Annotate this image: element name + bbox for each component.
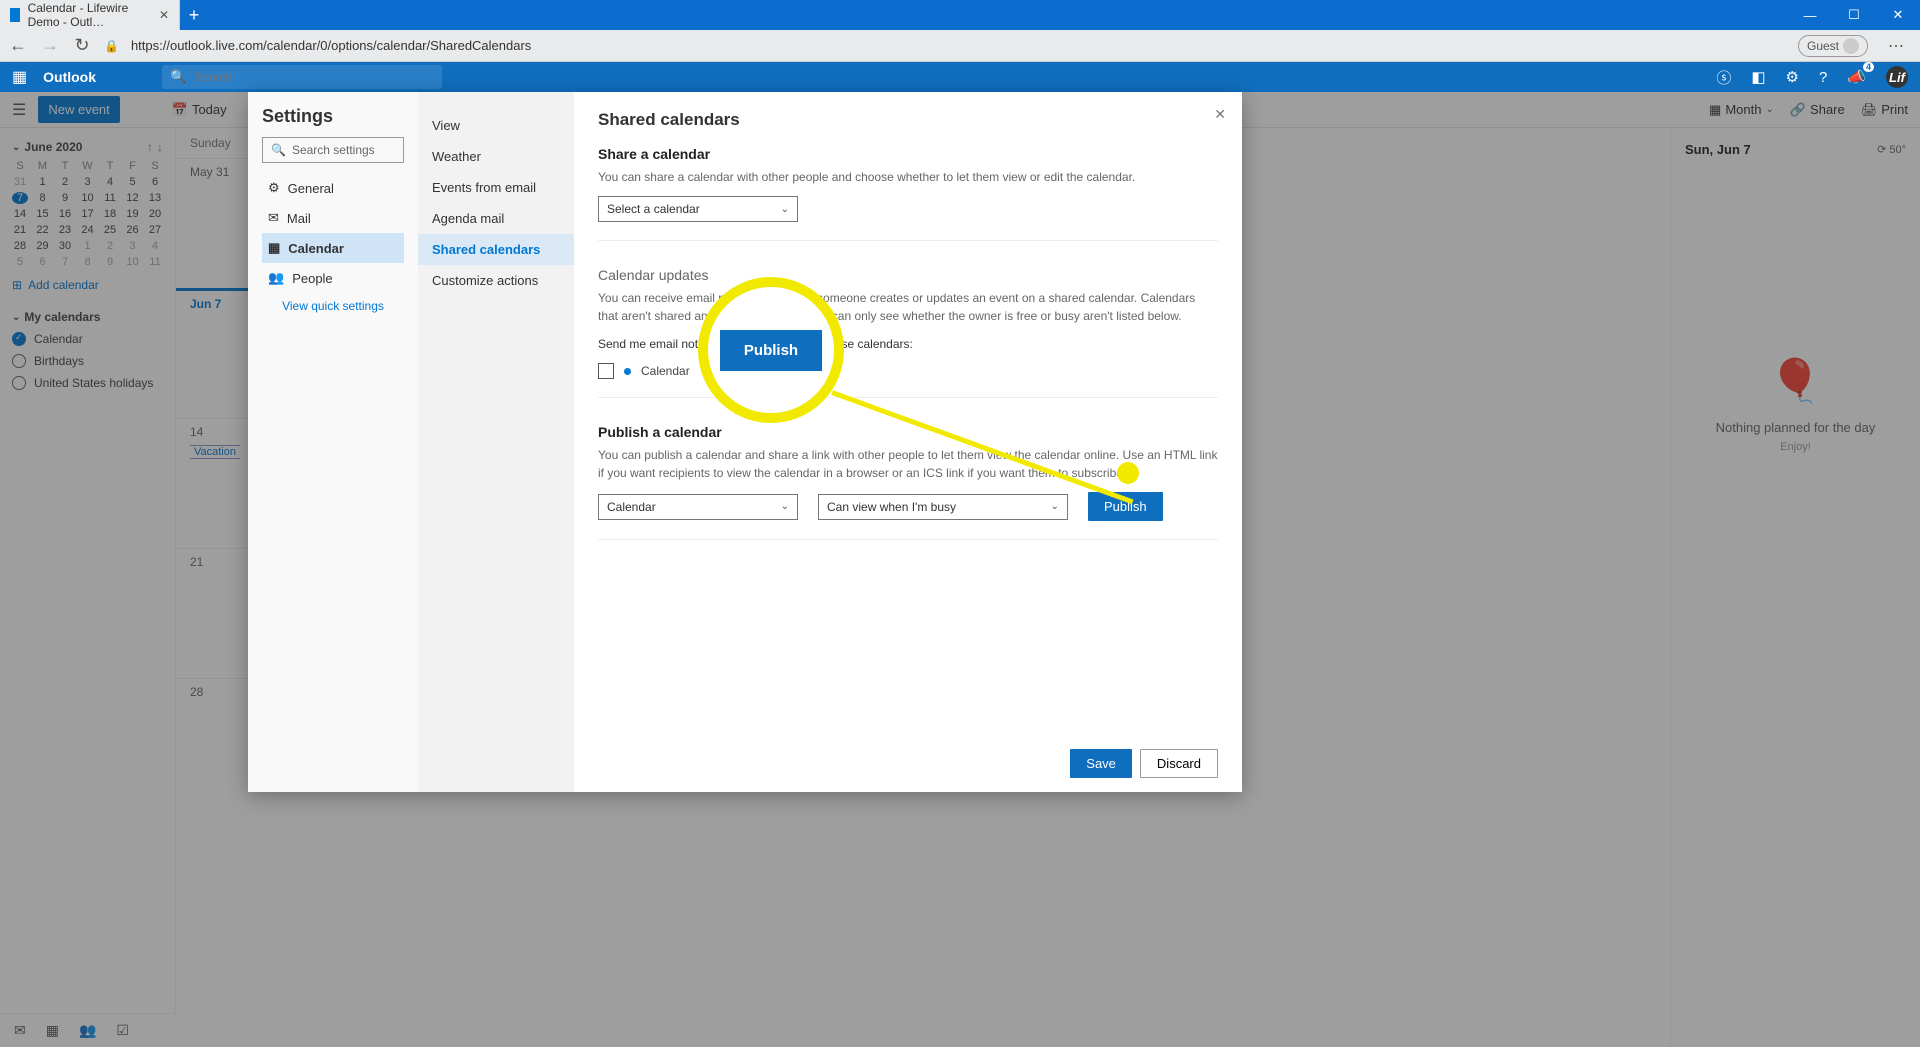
chevron-down-icon: ⌄ [781,501,789,512]
settings-title: Settings [262,106,404,127]
save-button[interactable]: Save [1070,749,1132,778]
window-maximize-icon[interactable]: ☐ [1832,0,1876,30]
outlook-today-icon[interactable]: ◧ [1751,68,1765,86]
window-close-icon[interactable]: ✕ [1876,0,1920,30]
calendar-color-dot [624,368,631,375]
publish-permission-select[interactable]: Can view when I'm busy ⌄ [818,494,1068,520]
nav-refresh-icon[interactable]: ↻ [72,35,92,56]
subnav-events[interactable]: Events from email [418,172,574,203]
lock-icon: 🔒 [104,39,119,53]
publish-section-title: Publish a calendar [598,424,1218,440]
skype-icon[interactable]: ⓢ [1716,67,1731,88]
view-quick-settings-link[interactable]: View quick settings [262,299,404,313]
settings-nav-mail[interactable]: ✉Mail [262,203,404,233]
chevron-down-icon: ⌄ [1051,501,1059,512]
search-box[interactable]: 🔍 [162,65,442,89]
people-icon: 👥 [268,270,284,286]
subnav-customize[interactable]: Customize actions [418,265,574,296]
subnav-weather[interactable]: Weather [418,141,574,172]
tab-favicon [10,8,20,22]
window-minimize-icon[interactable]: — [1788,0,1832,30]
publish-calendar-select[interactable]: Calendar ⌄ [598,494,798,520]
highlight-endpoint-dot [1117,462,1139,484]
share-section-desc: You can share a calendar with other peop… [598,168,1218,186]
settings-nav-calendar[interactable]: ▦Calendar [262,233,404,263]
tab-close-icon[interactable]: ✕ [159,8,169,22]
share-section-title: Share a calendar [598,146,1218,162]
guest-profile-chip[interactable]: Guest [1798,35,1868,57]
guest-label: Guest [1807,39,1839,53]
settings-gear-icon[interactable]: ⚙ [1786,68,1799,86]
highlight-button-zoom: Publish [720,330,822,371]
help-icon[interactable]: ? [1819,69,1827,86]
notifications-icon[interactable]: 📣4 [1847,68,1866,86]
panel-title: Shared calendars [598,110,1218,130]
account-avatar[interactable]: Lif [1886,66,1908,88]
app-launcher-icon[interactable]: ▦ [12,67,27,87]
new-tab-button[interactable]: + [180,0,208,30]
settings-search[interactable]: 🔍 Search settings [262,137,404,163]
settings-nav-general[interactable]: ⚙General [262,173,404,203]
updates-section-title: Calendar updates [598,267,1218,283]
mail-icon: ✉ [268,210,279,226]
notif-badge: 4 [1863,62,1874,72]
discard-button[interactable]: Discard [1140,749,1218,778]
updates-cal-label: Calendar [641,364,690,378]
subnav-agenda[interactable]: Agenda mail [418,203,574,234]
settings-modal: Settings 🔍 Search settings ⚙General ✉Mai… [248,92,1242,792]
close-icon[interactable]: ✕ [1214,106,1226,123]
gear-icon: ⚙ [268,180,280,196]
nav-back-icon[interactable]: ← [8,35,28,56]
subnav-shared-calendars[interactable]: Shared calendars [418,234,574,265]
share-calendar-select[interactable]: Select a calendar ⌄ [598,196,798,222]
browser-more-icon[interactable]: ⋯ [1880,36,1912,56]
settings-nav-people[interactable]: 👥People [262,263,404,293]
browser-tab[interactable]: Calendar - Lifewire Demo - Outl… ✕ [0,0,180,30]
search-input[interactable] [192,69,434,85]
search-icon: 🔍 [170,69,186,85]
calendar-icon: ▦ [268,240,280,256]
tab-title: Calendar - Lifewire Demo - Outl… [28,1,151,29]
address-url[interactable]: https://outlook.live.com/calendar/0/opti… [131,38,1786,53]
subnav-view[interactable]: View [418,110,574,141]
search-icon: 🔍 [271,143,286,157]
guest-avatar-icon [1843,38,1859,54]
app-name: Outlook [43,69,96,85]
updates-section-desc: You can receive email notifications when… [598,289,1218,325]
updates-checkbox[interactable] [598,363,614,379]
nav-forward-icon[interactable]: → [40,35,60,56]
highlight-circle: Publish [698,277,844,423]
updates-send-label: Send me email notifications for updates … [598,335,1218,353]
chevron-down-icon: ⌄ [781,204,789,215]
